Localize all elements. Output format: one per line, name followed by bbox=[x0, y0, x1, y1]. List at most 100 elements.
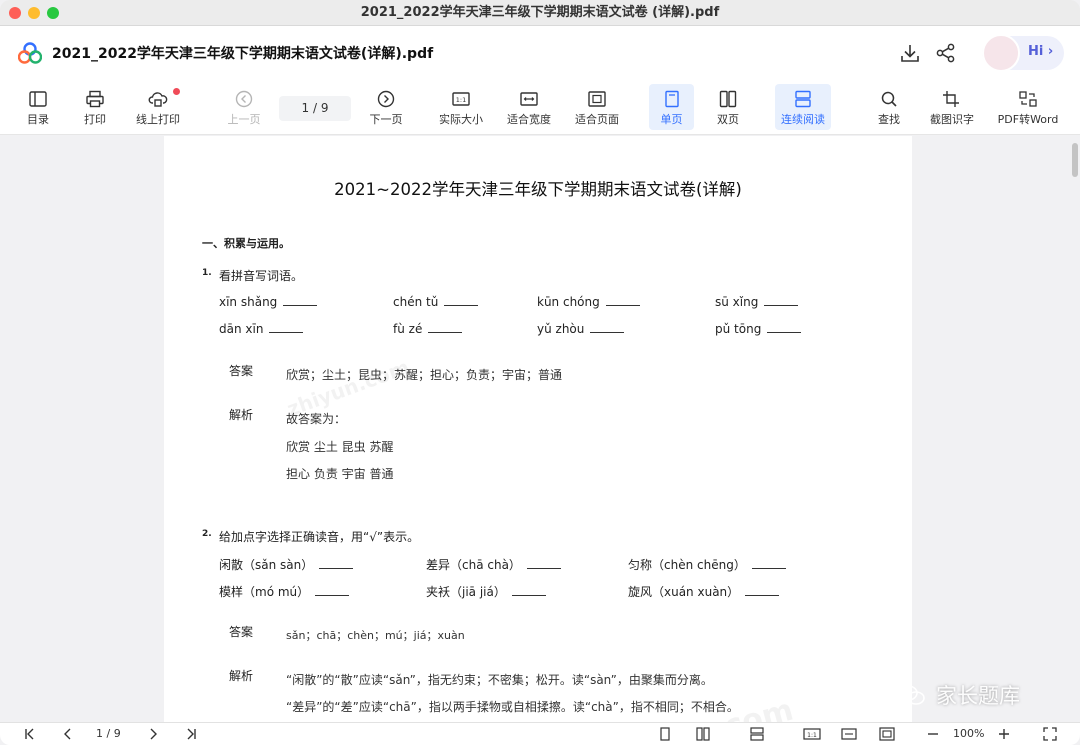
search-button[interactable]: 查找 bbox=[870, 84, 908, 130]
fit-width-label: 适合宽度 bbox=[507, 113, 551, 126]
continuous-scroll-icon[interactable] bbox=[750, 727, 764, 741]
reading-text: 差异（chā chà） bbox=[426, 558, 521, 572]
answer-blank bbox=[764, 296, 799, 306]
reading-text: 匀称（chèn chēng） bbox=[628, 558, 746, 572]
last-page-icon[interactable] bbox=[184, 727, 198, 741]
vertical-scrollbar[interactable] bbox=[1072, 143, 1078, 177]
answer-blank bbox=[283, 296, 318, 306]
answer-blank bbox=[319, 559, 354, 569]
answer-blank bbox=[605, 296, 640, 306]
question-number: 1. bbox=[202, 268, 212, 278]
fit-page-icon[interactable] bbox=[879, 727, 895, 741]
convert-icon bbox=[1019, 91, 1037, 107]
chevron-left-icon[interactable] bbox=[61, 727, 75, 741]
single-page-button[interactable]: 单页 bbox=[649, 84, 694, 130]
pinyin-item: yǔ zhòu bbox=[537, 322, 625, 336]
pinyin-item: sū xǐng bbox=[715, 295, 799, 309]
notification-dot bbox=[173, 88, 180, 95]
actual-size-icon[interactable]: 1:1 bbox=[803, 727, 821, 741]
section-heading: 一、积累与运用。 bbox=[202, 237, 290, 250]
reading-text: 模样（mó mú） bbox=[219, 585, 310, 599]
share-icon[interactable] bbox=[935, 42, 957, 64]
wechat-icon bbox=[898, 685, 925, 705]
exam-title: 2021~2022学年天津三年级下学期期末语文试卷(详解) bbox=[334, 180, 742, 199]
explanation-tag: 解析 bbox=[229, 669, 254, 683]
toolbar: 目录 打印 线上打印 上一页 下一页 1:1 实际大小 适合宽度 适合页面 单页… bbox=[0, 80, 1080, 135]
answer-text: 欣赏；尘土；昆虫；苏醒；担心；负责；宇宙；普通 bbox=[286, 368, 563, 382]
title-bar: 2021_2022学年天津三年级下学期期末语文试卷 (详解).pdf bbox=[0, 0, 1080, 26]
actual-size-label: 实际大小 bbox=[439, 113, 483, 126]
continuous-reading-label: 连续阅读 bbox=[781, 113, 825, 126]
toc-label: 目录 bbox=[27, 113, 49, 126]
zoom-in-icon[interactable] bbox=[997, 727, 1011, 741]
single-page-icon[interactable] bbox=[658, 727, 672, 741]
fit-width-button[interactable]: 适合宽度 bbox=[503, 84, 555, 130]
fit-page-button[interactable]: 适合页面 bbox=[570, 84, 624, 130]
fullscreen-icon[interactable] bbox=[1043, 727, 1057, 741]
screenshot-ocr-label: 截图识字 bbox=[930, 113, 974, 126]
answer-blank bbox=[767, 323, 802, 333]
pinyin-text: kūn chóng bbox=[537, 295, 600, 309]
pinyin-text: fù zé bbox=[393, 322, 423, 336]
explanation-line: 故答案为： bbox=[286, 412, 347, 426]
pdf-to-word-button[interactable]: PDF转Word bbox=[994, 84, 1062, 130]
print-button[interactable]: 打印 bbox=[77, 84, 113, 130]
svg-text:1:1: 1:1 bbox=[807, 732, 817, 739]
assistant-hi-button[interactable]: Hi › bbox=[982, 34, 1064, 72]
answer-blank bbox=[444, 296, 479, 306]
print-label: 打印 bbox=[84, 113, 106, 126]
question-text: 看拼音写词语。 bbox=[219, 269, 304, 283]
actual-size-button[interactable]: 1:1 实际大小 bbox=[434, 84, 488, 130]
toc-button[interactable]: 目录 bbox=[20, 84, 56, 130]
screenshot-ocr-button[interactable]: 截图识字 bbox=[926, 84, 978, 130]
answer-blank bbox=[526, 559, 561, 569]
next-page-label: 下一页 bbox=[369, 113, 403, 126]
page-number-input[interactable]: 1 / 9 bbox=[279, 96, 351, 121]
reading-text: 旋风（xuán xuàn） bbox=[628, 585, 740, 599]
cloud-print-icon bbox=[148, 92, 168, 107]
chevron-left-circle-icon bbox=[235, 90, 253, 108]
continuous-scroll-icon bbox=[795, 90, 811, 108]
pinyin-text: pǔ tōng bbox=[715, 322, 762, 336]
watermark-text: com bbox=[720, 692, 797, 722]
minimize-window-button[interactable] bbox=[28, 7, 40, 19]
answer-blank bbox=[751, 559, 786, 569]
answer-blank bbox=[315, 586, 350, 596]
maximize-window-button[interactable] bbox=[47, 7, 59, 19]
continuous-reading-button[interactable]: 连续阅读 bbox=[775, 84, 831, 130]
fit-width-icon[interactable] bbox=[841, 727, 857, 741]
single-page-icon bbox=[664, 90, 679, 108]
pinyin-item: dān xīn bbox=[219, 322, 304, 336]
answer-blank bbox=[511, 586, 546, 596]
double-page-icon[interactable] bbox=[696, 727, 710, 741]
bottom-page-indicator[interactable]: 1 / 9 bbox=[96, 727, 121, 740]
fit-page-label: 适合页面 bbox=[575, 113, 619, 126]
chevron-right-icon[interactable] bbox=[146, 727, 160, 741]
first-page-icon[interactable] bbox=[23, 727, 37, 741]
reading-item: 夹袄（jiā jiá） bbox=[426, 583, 546, 600]
pinyin-text: xīn shǎng bbox=[219, 295, 278, 309]
search-label: 查找 bbox=[878, 113, 900, 126]
explanation-line: “差异”的“差”应读“chā”，指以两手揉物或自相揉擦。读“chà”，指不相同；… bbox=[286, 700, 739, 714]
bottom-bar: 1 / 9 1:1 100% bbox=[0, 722, 1080, 745]
answer-tag: 答案 bbox=[229, 364, 254, 378]
download-icon[interactable] bbox=[899, 42, 921, 64]
fit-width-icon bbox=[520, 92, 538, 106]
crop-icon bbox=[943, 91, 959, 107]
sidebar-icon bbox=[29, 91, 47, 107]
pinyin-item: pǔ tōng bbox=[715, 322, 802, 336]
brand-watermark: 家长题库 bbox=[936, 684, 1020, 708]
prev-page-label: 上一页 bbox=[227, 113, 261, 126]
pinyin-item: chén tǔ bbox=[393, 295, 479, 309]
document-viewport[interactable]: zhiyun.com 2021~2022学年天津三年级下学期期末语文试卷(详解)… bbox=[0, 136, 1080, 722]
prev-page-button[interactable]: 上一页 bbox=[222, 84, 266, 130]
close-window-button[interactable] bbox=[9, 7, 21, 19]
printer-icon bbox=[86, 90, 104, 108]
zoom-out-icon[interactable] bbox=[926, 727, 940, 741]
next-page-button[interactable]: 下一页 bbox=[365, 84, 407, 130]
answer-blank bbox=[269, 323, 304, 333]
explanation-line: “闲散”的“散”应读“sǎn”，指无约束；不密集；松开。读“sàn”，由聚集而分… bbox=[286, 673, 713, 687]
reading-text: 夹袄（jiā jiá） bbox=[426, 585, 506, 599]
zoom-level[interactable]: 100% bbox=[953, 727, 984, 740]
double-page-button[interactable]: 双页 bbox=[707, 84, 749, 130]
